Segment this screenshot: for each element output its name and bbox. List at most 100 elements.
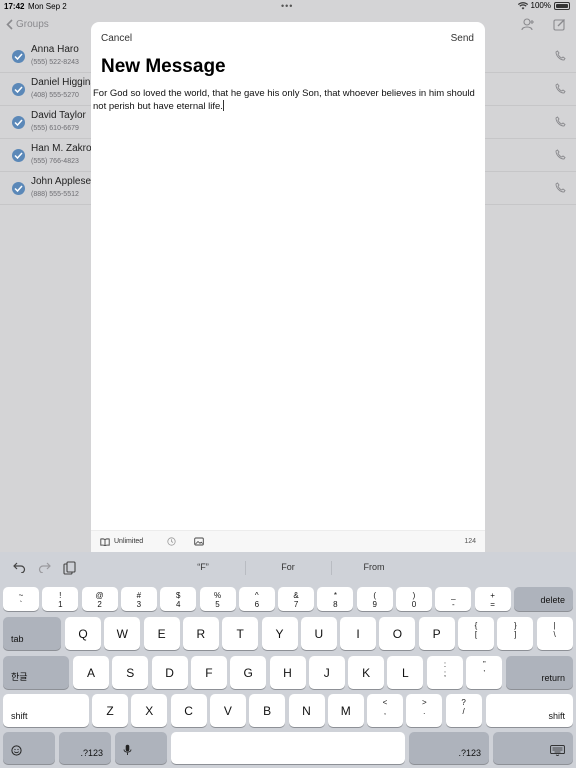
back-label: Groups <box>16 19 49 30</box>
wifi-icon <box>517 1 528 9</box>
delete-key[interactable]: delete <box>514 587 573 611</box>
suggestion-3[interactable]: From <box>334 562 414 572</box>
key-letter[interactable]: H <box>269 656 306 689</box>
key-letter[interactable]: K <box>348 656 385 689</box>
key-letter[interactable]: Y <box>261 617 298 650</box>
numbers-key-right[interactable]: .?123 <box>409 732 489 764</box>
key-letter[interactable]: T <box>222 617 259 650</box>
image-icon[interactable] <box>194 537 204 546</box>
key[interactable]: * 8 <box>317 587 354 611</box>
key-letter[interactable]: N <box>288 694 325 727</box>
hide-keyboard-key[interactable] <box>493 732 573 764</box>
key-letter[interactable]: C <box>170 694 207 727</box>
key[interactable]: | \ <box>536 617 573 650</box>
key-label: D <box>165 665 174 680</box>
key-shift-char: @ <box>95 591 104 600</box>
key-label: H <box>283 665 292 680</box>
key-letter[interactable]: W <box>104 617 141 650</box>
key-letter[interactable]: L <box>387 656 424 689</box>
key-char: 3 <box>136 600 142 609</box>
key-letter[interactable]: Q <box>65 617 101 650</box>
phone-icon[interactable] <box>555 149 566 160</box>
key[interactable]: <, <box>367 694 403 727</box>
key-char: = <box>490 600 495 609</box>
phone-icon[interactable] <box>555 50 566 61</box>
key[interactable]: >. <box>406 694 443 727</box>
key-letter[interactable]: R <box>182 617 219 650</box>
key-letter[interactable]: F <box>190 656 227 689</box>
key-shift-char: + <box>490 591 495 600</box>
key[interactable]: ”’ <box>466 656 503 689</box>
key-letter[interactable]: X <box>131 694 168 727</box>
key[interactable]: ) 0 <box>396 587 432 611</box>
key[interactable]: }] <box>497 617 534 650</box>
key-letter[interactable]: G <box>230 656 267 689</box>
emoji-key[interactable] <box>3 732 55 764</box>
send-button[interactable]: Send <box>451 33 474 44</box>
cancel-button[interactable]: Cancel <box>101 33 132 44</box>
key[interactable]: :; <box>427 656 463 689</box>
phone-icon[interactable] <box>555 83 566 94</box>
back-button[interactable]: Groups <box>6 19 49 30</box>
key[interactable]: ? / <box>445 694 482 727</box>
key-letter[interactable]: U <box>300 617 337 650</box>
key[interactable]: + = <box>474 587 511 611</box>
suggestion-1[interactable]: “F” <box>163 562 243 572</box>
key-letter[interactable]: J <box>308 656 345 689</box>
paste-icon[interactable] <box>63 561 76 575</box>
key[interactable]: ^ 6 <box>238 587 275 611</box>
key-letter[interactable]: O <box>379 617 416 650</box>
key[interactable]: & 7 <box>278 587 315 611</box>
key[interactable]: ~ ` <box>3 587 39 611</box>
key-char: , <box>383 707 387 716</box>
redo-icon[interactable] <box>38 561 51 573</box>
phone-icon[interactable] <box>555 116 566 127</box>
clock-icon[interactable] <box>167 537 176 546</box>
tab-key[interactable]: tab <box>3 617 61 650</box>
key-char: [ <box>474 630 478 639</box>
microphone-icon <box>123 744 132 758</box>
key-label: 한글 <box>11 672 28 682</box>
key[interactable]: $4 <box>160 587 197 611</box>
checkmark-icon <box>12 50 25 63</box>
key-letter[interactable]: E <box>143 617 180 650</box>
add-contact-icon[interactable] <box>521 18 535 31</box>
suggestion-2[interactable]: For <box>248 562 328 572</box>
space-bar[interactable] <box>171 732 405 764</box>
plan-label[interactable]: Unlimited <box>114 538 143 545</box>
key-shift-char: _ <box>451 591 456 600</box>
key-label: E <box>157 626 166 641</box>
shift-key-left[interactable]: shift <box>3 694 89 727</box>
key[interactable]: _ - <box>435 587 472 611</box>
key[interactable]: #3 <box>120 587 157 611</box>
contact-name: Anna Haro <box>31 44 79 55</box>
chevron-left-icon <box>6 19 13 30</box>
key[interactable]: (9 <box>356 587 393 611</box>
dictation-key[interactable] <box>115 732 167 764</box>
language-key[interactable]: 한글 <box>3 656 69 689</box>
key-letter[interactable]: Z <box>92 694 128 727</box>
message-text-area[interactable]: For God so loved the world, that he gave… <box>93 87 481 113</box>
compose-icon[interactable] <box>553 18 566 31</box>
book-icon[interactable] <box>100 538 110 546</box>
key-letter[interactable]: M <box>327 694 364 727</box>
shift-key-right[interactable]: shift <box>486 694 573 727</box>
key-letter[interactable]: V <box>209 694 246 727</box>
key-letter[interactable]: P <box>418 617 455 650</box>
key-shift-char: * <box>333 591 337 600</box>
key[interactable]: @2 <box>81 587 118 611</box>
key-letter[interactable]: A <box>73 656 109 689</box>
key[interactable]: ! 1 <box>42 587 79 611</box>
multitasking-dots-icon[interactable]: ••• <box>281 1 293 11</box>
phone-icon[interactable] <box>555 182 566 193</box>
undo-icon[interactable] <box>13 561 26 573</box>
return-key[interactable]: return <box>506 656 573 689</box>
numbers-key-left[interactable]: .?123 <box>59 732 111 764</box>
key-label: S <box>126 665 135 680</box>
key-letter[interactable]: S <box>112 656 149 689</box>
key-letter[interactable]: D <box>151 656 188 689</box>
key-letter[interactable]: I <box>340 617 377 650</box>
key-letter[interactable]: B <box>249 694 286 727</box>
key[interactable]: % 5 <box>199 587 236 611</box>
key[interactable]: {[ <box>458 617 494 650</box>
